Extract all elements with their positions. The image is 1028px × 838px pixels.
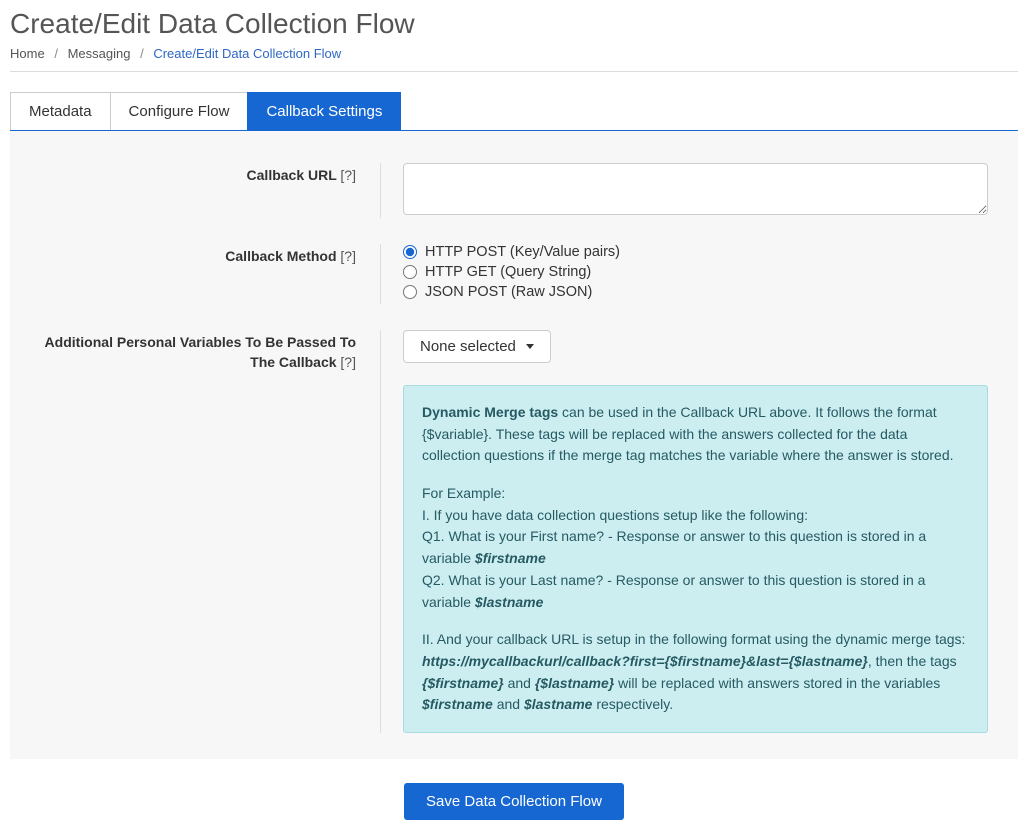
tab-configure-flow[interactable]: Configure Flow — [110, 92, 249, 130]
merge-tags-info: Dynamic Merge tags can be used in the Ca… — [403, 385, 988, 733]
info-lead-strong: Dynamic Merge tags — [422, 404, 558, 420]
additional-vars-dropdown[interactable]: None selected — [403, 330, 551, 363]
radio-http-post-label: HTTP POST (Key/Value pairs) — [425, 244, 620, 260]
info-tag1: {$firstname} — [422, 675, 504, 691]
divider — [10, 71, 1018, 72]
radio-http-post-input[interactable] — [403, 245, 417, 259]
tab-bar: Metadata Configure Flow Callback Setting… — [10, 92, 1018, 131]
radio-json-post-label: JSON POST (Raw JSON) — [425, 284, 592, 300]
info-line1: I. If you have data collection questions… — [422, 505, 969, 527]
radio-http-get-label: HTTP GET (Query String) — [425, 264, 591, 280]
chevron-down-icon — [526, 344, 534, 349]
info-q2-var: $lastname — [475, 594, 543, 610]
info-t3: will be replaced with answers stored in … — [614, 675, 940, 691]
info-t4: and — [493, 696, 524, 712]
info-t5: respectively. — [592, 696, 673, 712]
radio-http-post[interactable]: HTTP POST (Key/Value pairs) — [403, 244, 988, 260]
help-icon[interactable]: [?] — [340, 248, 356, 264]
radio-json-post-input[interactable] — [403, 285, 417, 299]
breadcrumb-sep: / — [140, 46, 144, 61]
callback-method-label: Callback Method [?] — [40, 244, 380, 304]
settings-panel: Callback URL [?] Callback Method [?] HTT… — [10, 131, 1018, 759]
info-var1: $firstname — [422, 696, 493, 712]
help-icon[interactable]: [?] — [340, 354, 356, 370]
dropdown-selected-label: None selected — [420, 338, 516, 355]
tab-callback-settings[interactable]: Callback Settings — [247, 92, 401, 130]
info-tag2: {$lastname} — [535, 675, 614, 691]
help-icon[interactable]: [?] — [340, 167, 356, 183]
radio-http-get[interactable]: HTTP GET (Query String) — [403, 264, 988, 280]
page-title: Create/Edit Data Collection Flow — [10, 8, 1018, 40]
breadcrumb-current: Create/Edit Data Collection Flow — [153, 46, 341, 61]
info-t1: , then the tags — [868, 653, 957, 669]
breadcrumb: Home / Messaging / Create/Edit Data Coll… — [10, 46, 1018, 61]
info-url-example: https://mycallbackurl/callback?first={$f… — [422, 653, 868, 669]
breadcrumb-messaging[interactable]: Messaging — [68, 46, 131, 61]
info-var2: $lastname — [524, 696, 592, 712]
additional-vars-label: Additional Personal Variables To Be Pass… — [40, 330, 380, 733]
radio-http-get-input[interactable] — [403, 265, 417, 279]
info-q1-var: $firstname — [475, 550, 546, 566]
info-example-header: For Example: — [422, 483, 969, 505]
info-t2: and — [504, 675, 535, 691]
save-button[interactable]: Save Data Collection Flow — [404, 783, 624, 820]
breadcrumb-home[interactable]: Home — [10, 46, 45, 61]
callback-url-input[interactable] — [403, 163, 988, 215]
callback-url-label: Callback URL [?] — [40, 163, 380, 218]
callback-method-radios: HTTP POST (Key/Value pairs) HTTP GET (Qu… — [403, 244, 988, 300]
radio-json-post[interactable]: JSON POST (Raw JSON) — [403, 284, 988, 300]
tab-metadata[interactable]: Metadata — [10, 92, 111, 130]
breadcrumb-sep: / — [54, 46, 58, 61]
